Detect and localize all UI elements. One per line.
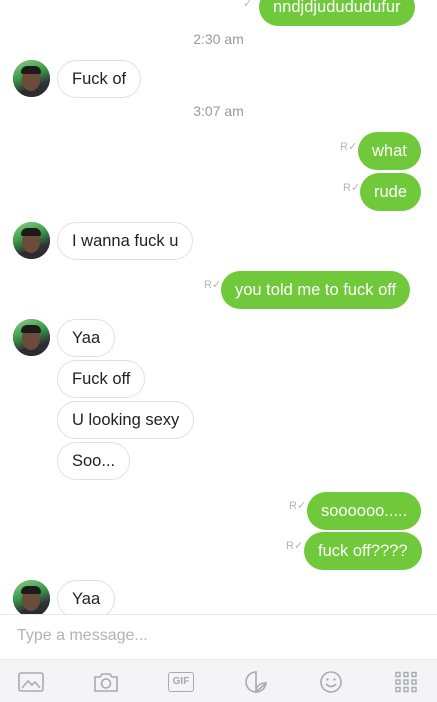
outgoing-message[interactable]: what [358,132,421,170]
read-receipt-icon: R✓ [204,279,222,291]
outgoing-message[interactable]: rude [360,173,422,211]
timestamp: 2:30 am [193,31,244,47]
read-receipt-icon: ✓ [243,0,253,10]
incoming-message[interactable]: I wanna fuck u [57,222,194,260]
incoming-message[interactable]: Yaa [57,319,116,357]
message-composer[interactable]: Type a message... [0,614,437,659]
message-input[interactable]: Type a message... [17,627,148,645]
incoming-message[interactable]: Fuck off [57,360,146,398]
timestamp: 3:07 am [193,103,244,119]
contact-avatar[interactable] [13,319,50,356]
incoming-message[interactable]: U looking sexy [57,401,195,439]
contact-avatar[interactable] [13,580,50,614]
image-icon[interactable] [18,671,44,693]
outgoing-message[interactable]: nndjdjudududufur [259,0,415,26]
outgoing-message[interactable]: fuck off???? [304,532,422,570]
emoji-icon[interactable] [318,671,344,693]
outgoing-message[interactable]: soooooo..... [307,492,422,530]
gif-label: GIF [172,676,190,687]
camera-icon[interactable] [93,671,119,693]
contact-avatar[interactable] [13,60,50,97]
incoming-message[interactable]: Soo... [57,442,131,480]
read-receipt-icon: R✓ [286,540,304,552]
gif-icon[interactable]: GIF [168,672,194,692]
message-list[interactable]: ✓ nndjdjudududufur 2:30 am Fuck of 3:07 … [0,0,437,614]
read-receipt-icon: R✓ [343,182,361,194]
sticker-icon[interactable] [243,671,269,693]
contact-avatar[interactable] [13,222,50,259]
incoming-message[interactable]: Fuck of [57,60,142,98]
read-receipt-icon: R✓ [340,141,358,153]
apps-grid-icon[interactable] [393,671,419,693]
outgoing-message[interactable]: you told me to fuck off [221,271,411,309]
read-receipt-icon: R✓ [289,500,307,512]
incoming-message[interactable]: Yaa [57,580,116,614]
attachment-toolbar: GIF [0,659,437,702]
